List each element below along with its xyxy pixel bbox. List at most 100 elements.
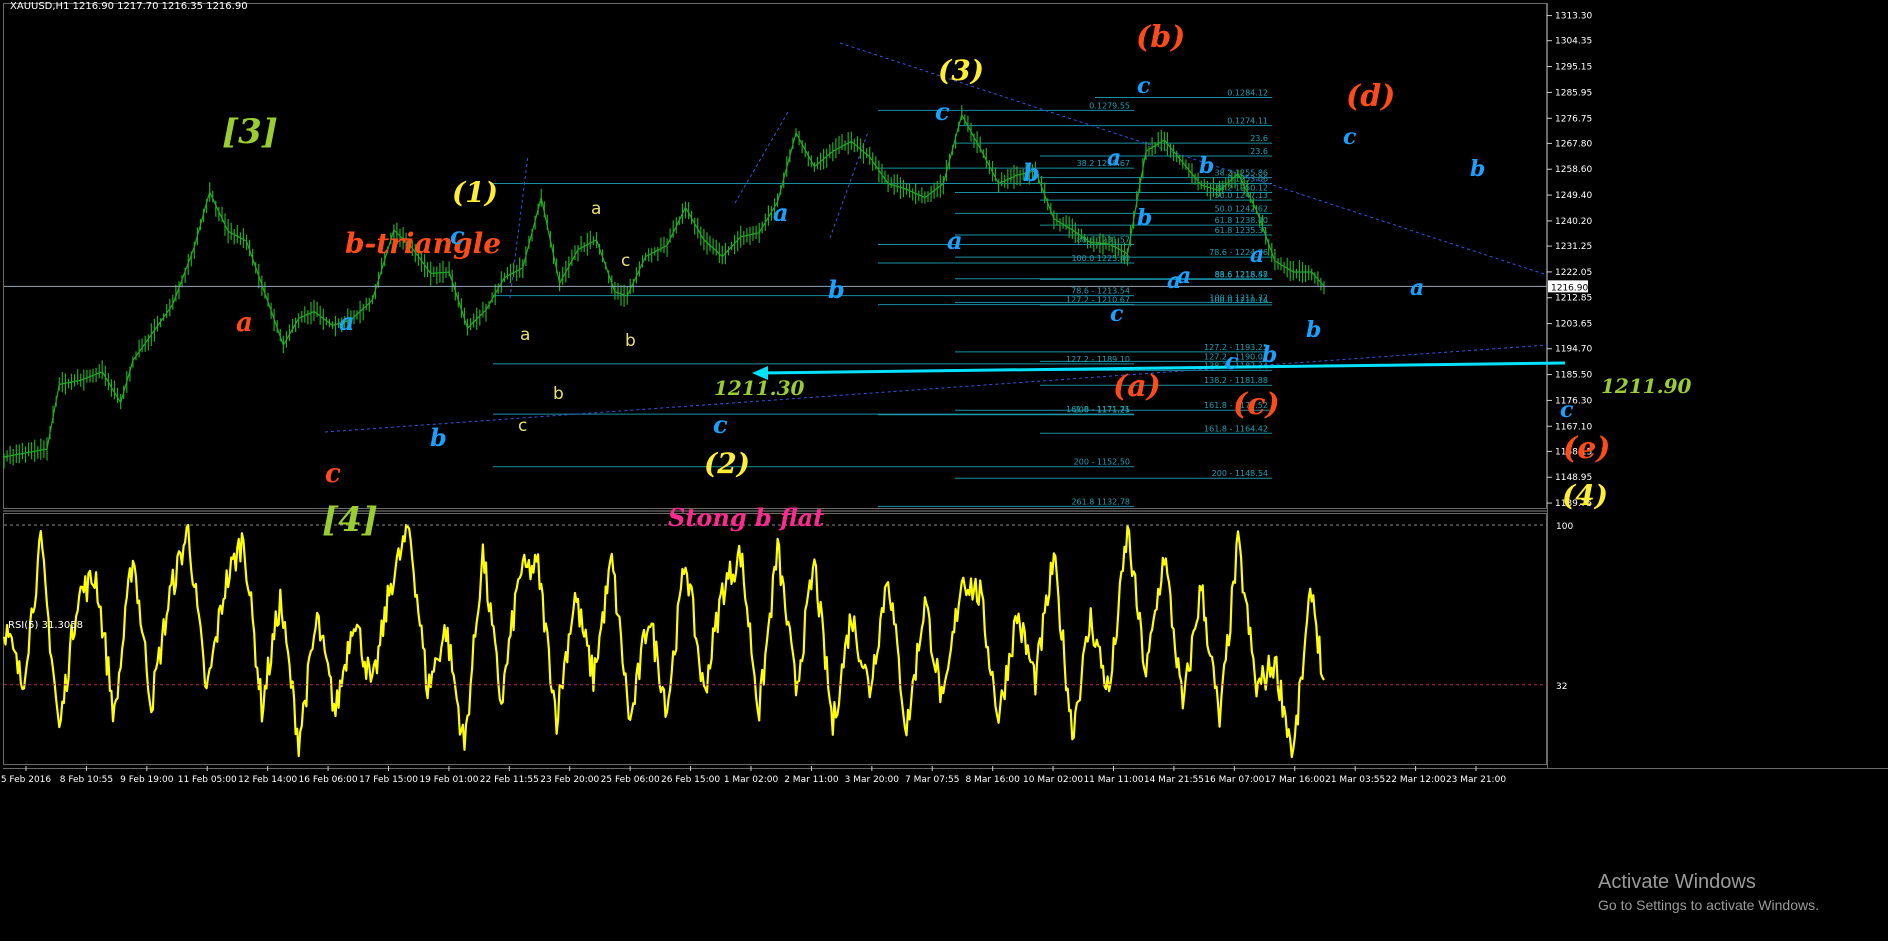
fib-level-label: 61.8 1235.31	[1215, 226, 1268, 235]
wave-annotation: a	[1107, 145, 1121, 171]
fib-level-label: 23.6	[1250, 134, 1268, 143]
time-tick-label: 8 Mar 16:00	[965, 775, 1020, 785]
wave-annotation: c	[935, 97, 950, 126]
wave-annotation: a	[520, 325, 530, 345]
wave-annotation: c	[1110, 301, 1124, 327]
wave-annotation: c	[518, 416, 527, 436]
wave-annotation: (3)	[938, 54, 984, 87]
wave-annotation: c	[325, 459, 341, 489]
wave-annotation: b-triangle	[345, 227, 501, 260]
time-tick-label: 8 Feb 10:55	[60, 775, 113, 785]
current-price-value: 1216.90	[1551, 283, 1588, 293]
time-tick-label: 25 Feb 06:00	[601, 775, 660, 785]
wave-annotation: b	[1306, 317, 1321, 343]
price-tick-label: 1249.40	[1555, 191, 1592, 201]
price-tick-label: 1212.85	[1555, 294, 1592, 304]
wave-annotation: (4)	[1562, 479, 1608, 512]
fib-level-label: 261.8 1132.78	[1071, 497, 1130, 506]
fib-level-label: 78.6 - 1213.54	[1071, 287, 1130, 296]
wave-annotation: b	[553, 384, 564, 404]
fib-level-label: 200 - 1171.25	[1074, 406, 1130, 415]
fib-level-label: 38.2 1258.67	[1077, 159, 1130, 168]
time-tick-label: 23 Mar 21:00	[1446, 775, 1506, 785]
chart-symbol-label: XAUUSD,H1 1216.90 1217.70 1216.35 1216.9…	[10, 1, 248, 12]
wave-annotation: a	[773, 198, 789, 227]
wave-annotation: (2)	[704, 447, 750, 480]
fib-level-label: 88.6 1218.57	[1215, 270, 1268, 279]
wave-annotation: a	[339, 307, 355, 336]
price-tick-label: 1222.05	[1555, 268, 1592, 278]
wave-annotation: (1)	[452, 176, 498, 209]
wave-annotation: a	[1410, 275, 1424, 301]
watermark-subtitle: Go to Settings to activate Windows.	[1598, 897, 1819, 913]
time-tick-label: 1 Mar 02:00	[724, 775, 779, 785]
fib-level-label: 0.1274.11	[1227, 117, 1268, 126]
price-tick-label: 1304.35	[1555, 37, 1592, 47]
wave-annotation: c	[450, 221, 465, 250]
time-tick-label: 9 Feb 19:00	[120, 775, 174, 785]
price-tick-label: 1194.70	[1555, 345, 1592, 355]
wave-annotation: a	[947, 226, 963, 255]
time-tick-label: 11 Feb 05:00	[178, 775, 237, 785]
wave-annotation: b	[1470, 156, 1485, 182]
wave-annotation: c	[713, 410, 728, 439]
price-tick-label: 1313.30	[1555, 12, 1592, 22]
time-tick-label: 19 Feb 01:00	[419, 775, 478, 785]
wave-annotation: a	[1250, 242, 1264, 268]
time-tick-label: 5 Feb 2016	[1, 775, 52, 785]
fib-level-label: 50.0 1242.62	[1215, 204, 1268, 213]
time-tick-label: 12 Feb 14:00	[238, 775, 297, 785]
fib-level-label: 200 - 1152.50	[1074, 458, 1130, 467]
fib-level-label: 200 - 1148.54	[1212, 469, 1268, 478]
wave-annotation: b	[1023, 158, 1040, 187]
wave-annotation: a	[1167, 268, 1181, 294]
price-tick-label: 1276.75	[1555, 114, 1592, 124]
wave-annotation: 1211.30	[714, 376, 805, 400]
fib-level-label: 138.2 - 1181.88	[1204, 376, 1268, 385]
price-tick-label: 1267.80	[1555, 139, 1592, 149]
wave-annotation: [3]	[222, 112, 278, 152]
time-tick-label: 17 Feb 15:00	[359, 775, 418, 785]
time-tick-label: 7 Mar 07:55	[905, 775, 959, 785]
wave-annotation: 1211.90	[1601, 374, 1692, 398]
wave-annotation: c	[1343, 124, 1357, 150]
wave-annotation: b	[1199, 153, 1214, 179]
price-tick-label: 1185.50	[1555, 371, 1592, 381]
watermark-title: Activate Windows	[1598, 871, 1756, 893]
wave-annotation: a	[591, 199, 601, 219]
wave-annotation: (d)	[1346, 79, 1395, 114]
wave-annotation: c	[1560, 397, 1574, 423]
time-tick-label: 17 Mar 16:00	[1265, 775, 1325, 785]
fib-level-label: 0.1284.12	[1227, 89, 1268, 98]
price-tick-label: 1295.15	[1555, 63, 1592, 73]
time-tick-label: 11 Mar 11:00	[1083, 775, 1143, 785]
time-tick-label: 23 Feb 20:00	[540, 775, 599, 785]
time-tick-label: 22 Feb 11:55	[480, 775, 539, 785]
time-tick-label: 16 Feb 06:00	[299, 775, 358, 785]
price-tick-label: 1203.65	[1555, 320, 1592, 330]
price-tick-label: 1258.60	[1555, 165, 1592, 175]
time-tick-label: 16 Mar 07:00	[1204, 775, 1264, 785]
wave-annotation: [4]	[322, 500, 378, 540]
rsi-indicator-label: RSI(5) 31.3058	[8, 620, 83, 631]
fib-level-label: 23.6	[1250, 147, 1268, 156]
time-tick-label: 14 Mar 21:55	[1144, 775, 1204, 785]
fib-level-label: 100.0 1210.14	[1209, 296, 1268, 305]
price-tick-label: 1231.25	[1555, 242, 1592, 252]
wave-annotation: Stong b flat	[668, 503, 824, 532]
time-tick-label: 10 Mar 02:00	[1023, 775, 1083, 785]
rsi-tick-label: 100	[1556, 522, 1573, 532]
time-tick-label: 2 Mar 11:00	[784, 775, 839, 785]
wave-annotation: b	[430, 423, 447, 452]
wave-annotation: c	[621, 251, 630, 271]
fib-level-label: 0.1279.55	[1089, 101, 1130, 110]
time-tick-label: 26 Feb 15:00	[661, 775, 720, 785]
rsi-tick-label: 32	[1556, 682, 1567, 692]
wave-annotation: (c)	[1233, 387, 1280, 422]
time-tick-label: 21 Mar 03:55	[1325, 775, 1385, 785]
chart-stage: 0.1284.12 0.1279.55 0.1274.11 23.6 23.6 38.2 …	[0, 0, 1888, 941]
fib-level-label: 127.2 - 1189.10	[1066, 355, 1130, 364]
wave-annotation: (e)	[1563, 431, 1610, 466]
wave-annotation: b	[828, 275, 845, 304]
price-tick-label: 1285.95	[1555, 88, 1592, 98]
